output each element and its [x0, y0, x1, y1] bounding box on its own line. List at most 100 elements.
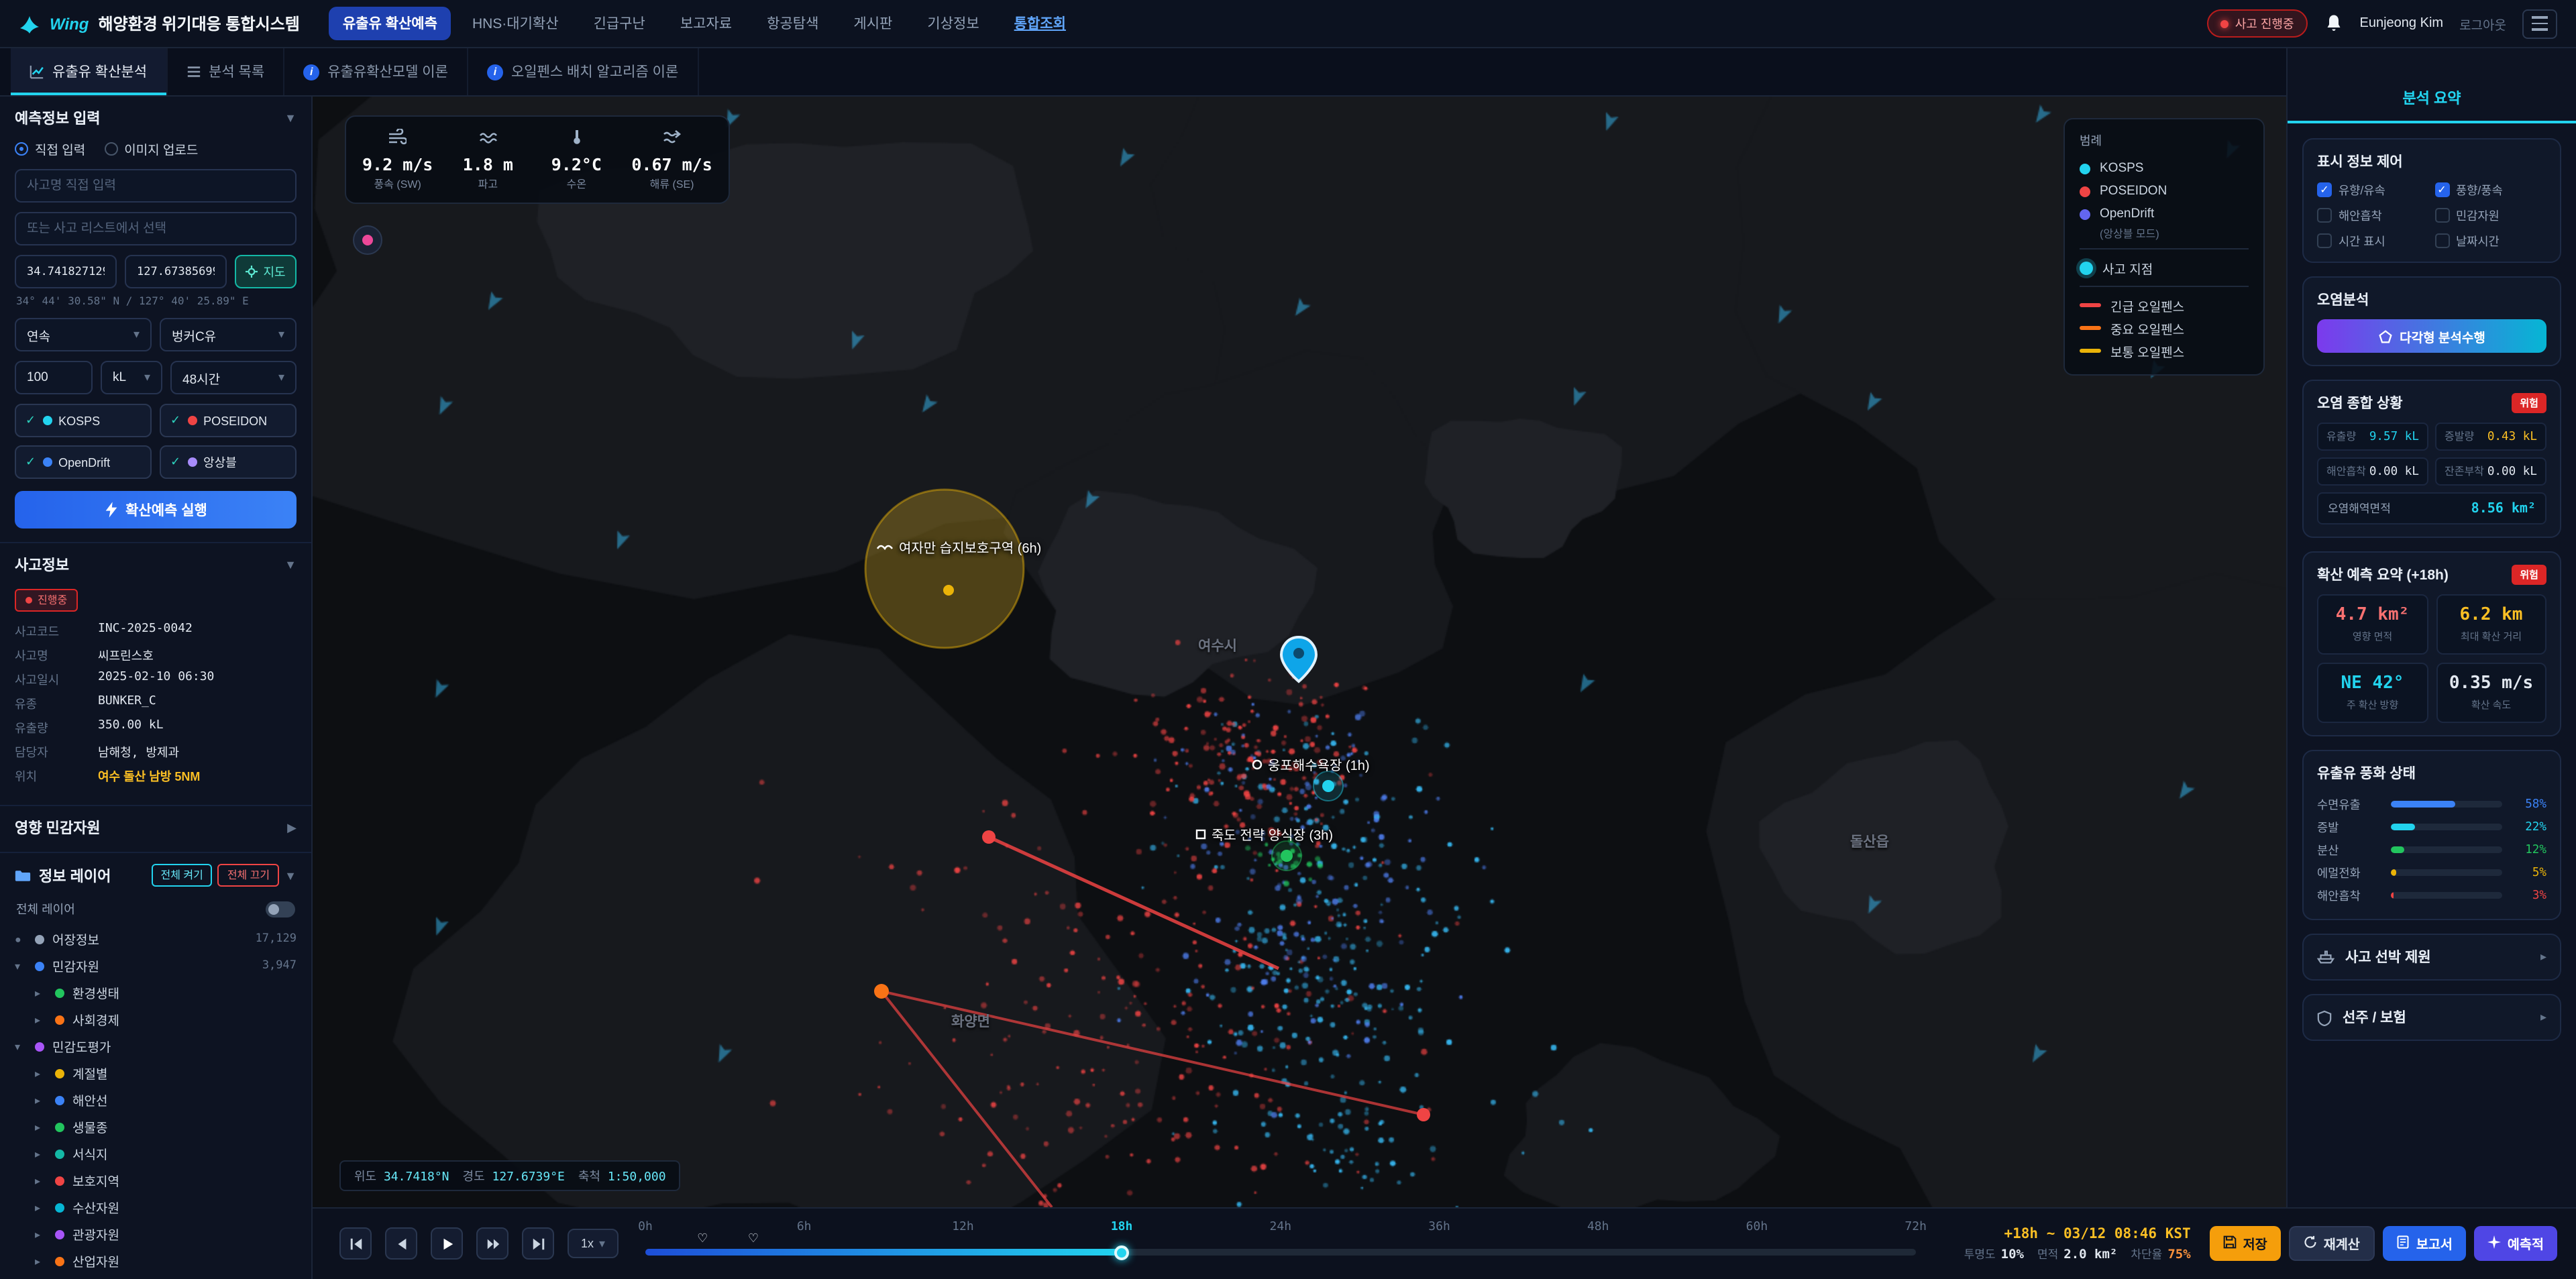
- checkbox-icon[interactable]: [2317, 233, 2332, 248]
- owner-insurance-section[interactable]: 선주 / 보험 ▸: [2302, 994, 2561, 1041]
- layer-quick-toggle-button[interactable]: [353, 225, 382, 255]
- menu-hamburger-icon[interactable]: [2522, 9, 2557, 38]
- model-toggle-KOSPS[interactable]: ✓KOSPS: [15, 404, 152, 437]
- layer-item-생물종[interactable]: ▸생물종: [15, 1113, 297, 1140]
- timeline-bookmark-icon[interactable]: ♡: [697, 1231, 708, 1246]
- oil-fence-line-urgent[interactable]: [989, 837, 1279, 968]
- model-toggle-POSEIDON[interactable]: ✓POSEIDON: [160, 404, 297, 437]
- timeline-tick-0h[interactable]: 0h: [638, 1221, 653, 1234]
- layer-item-산업자원[interactable]: ▸산업자원: [15, 1247, 297, 1274]
- incident-active-badge[interactable]: 사고 진행중: [2207, 9, 2308, 38]
- expand-chevron-icon[interactable]: ▶: [287, 820, 297, 835]
- nav-item-2[interactable]: 긴급구난: [580, 7, 659, 40]
- user-name[interactable]: Eunjeong Kim: [2360, 16, 2444, 31]
- play-button[interactable]: [431, 1228, 463, 1260]
- skip-start-button[interactable]: [339, 1228, 372, 1260]
- layer-item-계절별[interactable]: ▸계절별: [15, 1060, 297, 1087]
- checkbox-icon[interactable]: [2434, 233, 2449, 248]
- farm-marker-dot[interactable]: [1281, 850, 1293, 862]
- timeline-track[interactable]: ♡♡: [645, 1249, 1916, 1256]
- latitude-input[interactable]: [15, 255, 117, 288]
- logout-button[interactable]: 로그아웃: [2459, 14, 2506, 33]
- timeline-bookmark-icon[interactable]: ♡: [748, 1231, 759, 1246]
- subtab-3[interactable]: i오일펜스 배치 알고리즘 이론: [468, 48, 698, 95]
- action-보고서-button[interactable]: 보고서: [2383, 1227, 2466, 1262]
- accident-pin-icon[interactable]: [1281, 637, 1316, 681]
- layer-item-어장정보[interactable]: ● 어장정보 17,129: [15, 926, 297, 952]
- amount-input[interactable]: [15, 361, 93, 394]
- timeline-tick-48h[interactable]: 48h: [1587, 1221, 1609, 1234]
- display-option-5[interactable]: 날짜시간: [2434, 232, 2546, 249]
- nav-item-1[interactable]: HNS·대기확산: [459, 7, 572, 40]
- spill-type-select[interactable]: 연속▾: [15, 318, 152, 351]
- beach-marker-dot[interactable]: [1322, 780, 1334, 792]
- timeline-tick-24h[interactable]: 24h: [1270, 1221, 1292, 1234]
- checkbox-icon[interactable]: ✓: [2317, 182, 2332, 197]
- nav-item-4[interactable]: 항공탐색: [753, 7, 832, 40]
- nav-item-6[interactable]: 기상정보: [914, 7, 992, 40]
- layer-item-민감자원[interactable]: ▾ 민감자원 3,947: [15, 952, 297, 979]
- oil-type-select[interactable]: 벙커C유▾: [160, 318, 297, 351]
- layer-item-서식지[interactable]: ▸서식지: [15, 1140, 297, 1167]
- beach-marker-label[interactable]: 웅포해수욕장 (1h): [1252, 754, 1370, 774]
- app-logo[interactable]: Wing 해양환경 위기대응 통합시스템: [19, 12, 300, 35]
- action-재계산-button[interactable]: 재계산: [2289, 1227, 2375, 1262]
- subtab-2[interactable]: i유출유확산모델 이론: [284, 48, 468, 95]
- layer-item-관광자원[interactable]: ▸관광자원: [15, 1221, 297, 1247]
- nav-item-0[interactable]: 유출유 확산예측: [329, 7, 451, 40]
- radio-direct-input[interactable]: 직접 입력: [15, 140, 85, 158]
- farm-marker-label[interactable]: 죽도 전략 양식장 (3h): [1195, 824, 1333, 844]
- timeline-tick-36h[interactable]: 36h: [1428, 1221, 1450, 1234]
- layer-item-해안선[interactable]: ▸해안선: [15, 1087, 297, 1113]
- playback-speed-select[interactable]: 1x▾: [568, 1229, 619, 1259]
- layer-item-수산자원[interactable]: ▸수산자원: [15, 1194, 297, 1221]
- timeline-tick-12h[interactable]: 12h: [952, 1221, 974, 1234]
- layer-item-보호지역[interactable]: ▸보호지역: [15, 1167, 297, 1194]
- subtab-0[interactable]: 유출유 확산분석: [11, 48, 167, 95]
- display-option-1[interactable]: ✓풍향/풍속: [2434, 181, 2546, 199]
- collapse-chevron-icon[interactable]: ▼: [284, 111, 297, 125]
- protection-zone-circle[interactable]: [865, 490, 1024, 648]
- step-back-button[interactable]: [385, 1228, 417, 1260]
- action-저장-button[interactable]: 저장: [2210, 1227, 2281, 1262]
- timeline-thumb[interactable]: [1114, 1245, 1129, 1260]
- model-toggle-OpenDrift[interactable]: ✓OpenDrift: [15, 445, 152, 479]
- skip-end-button[interactable]: [522, 1228, 554, 1260]
- model-toggle-앙상블[interactable]: ✓앙상블: [160, 445, 297, 479]
- unit-select[interactable]: kL▾: [101, 361, 162, 394]
- run-prediction-button[interactable]: 확산예측 실행: [15, 491, 297, 529]
- duration-select[interactable]: 48시간▾: [170, 361, 297, 394]
- layer-item-민감도평가[interactable]: ▾ 민감도평가: [15, 1033, 297, 1060]
- nav-item-5[interactable]: 게시판: [840, 7, 906, 40]
- nav-item-7[interactable]: 통합조회: [1001, 7, 1079, 40]
- display-option-4[interactable]: 시간 표시: [2317, 232, 2429, 249]
- fence-endpoint-dot[interactable]: [874, 984, 889, 999]
- ship-spec-section[interactable]: 사고 선박 제원 ▸: [2302, 934, 2561, 981]
- timeline-tick-60h[interactable]: 60h: [1746, 1221, 1768, 1234]
- pick-on-map-button[interactable]: 지도: [235, 255, 297, 288]
- incident-name-input[interactable]: [15, 169, 297, 203]
- nav-item-3[interactable]: 보고자료: [667, 7, 745, 40]
- display-option-3[interactable]: 민감자원: [2434, 207, 2546, 224]
- polygon-analysis-button[interactable]: 다각형 분석수행: [2317, 319, 2546, 353]
- checkbox-icon[interactable]: [2434, 208, 2449, 223]
- fence-endpoint-dot[interactable]: [1417, 1108, 1430, 1121]
- master-layer-toggle[interactable]: [266, 901, 295, 917]
- protection-zone-label[interactable]: 여자만 습지보호구역 (6h): [876, 537, 1041, 557]
- display-option-2[interactable]: 해안흡착: [2317, 207, 2429, 224]
- fence-endpoint-dot[interactable]: [982, 830, 996, 844]
- map-viewport[interactable]: 9.2 m/s풍속 (SW)1.8 m파고9.2°C수온0.67 m/s해류 (…: [313, 97, 2286, 1207]
- timeline-tick-18h[interactable]: 18h: [1111, 1221, 1133, 1234]
- layers-all-on-button[interactable]: 전체 켜기: [151, 864, 212, 887]
- fast-forward-button[interactable]: [476, 1228, 508, 1260]
- checkbox-icon[interactable]: [2317, 208, 2332, 223]
- layers-all-off-button[interactable]: 전체 끄기: [218, 864, 279, 887]
- longitude-input[interactable]: [125, 255, 227, 288]
- collapse-chevron-icon[interactable]: ▼: [284, 869, 297, 882]
- tab-analysis-summary[interactable]: 분석 요약: [2288, 75, 2576, 121]
- incident-list-input[interactable]: [15, 212, 297, 245]
- radio-image-upload[interactable]: 이미지 업로드: [104, 140, 198, 158]
- checkbox-icon[interactable]: ✓: [2434, 182, 2449, 197]
- bell-icon[interactable]: [2324, 13, 2344, 34]
- layer-item-사회경제[interactable]: ▸사회경제: [15, 1006, 297, 1033]
